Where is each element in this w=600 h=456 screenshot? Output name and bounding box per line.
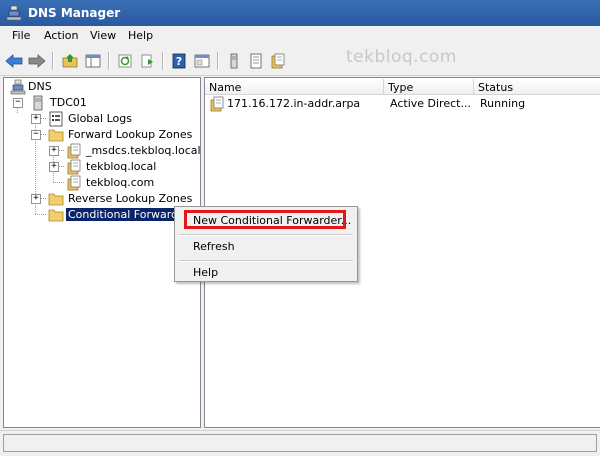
- expand-toggle[interactable]: +: [49, 162, 59, 172]
- dns-manager-icon: [6, 5, 22, 21]
- cell-status: Running: [480, 97, 526, 110]
- dns-root-icon: [10, 79, 26, 95]
- tree-label-tekbloq-com: tekbloq.com: [86, 176, 155, 189]
- tree-node-tekbloq-local[interactable]: + tekbloq.local: [8, 159, 198, 175]
- new-zone-icon: [271, 53, 285, 69]
- tree-label-forward-lookup-zones: Forward Lookup Zones: [68, 128, 193, 141]
- expand-toggle[interactable]: +: [31, 114, 41, 124]
- column-header-status[interactable]: Status: [474, 79, 600, 95]
- menu-bar: File Action View Help: [0, 26, 600, 46]
- toolbar-separator: [162, 52, 164, 70]
- zone-icon: [210, 96, 224, 112]
- zone-icon: [67, 143, 81, 159]
- menu-separator: [179, 260, 353, 262]
- status-bar: [0, 430, 600, 456]
- menu-item-refresh[interactable]: Refresh: [179, 238, 353, 256]
- help-button[interactable]: ?: [169, 51, 189, 71]
- properties-icon: [194, 54, 210, 68]
- forward-button[interactable]: [27, 51, 47, 71]
- properties-button[interactable]: [192, 51, 212, 71]
- zone-icon: [67, 159, 81, 175]
- zone-list-button[interactable]: [246, 51, 266, 71]
- svg-text:?: ?: [176, 55, 182, 68]
- folder-icon: [48, 193, 64, 206]
- watermark: tekbloq.com: [346, 47, 457, 67]
- tree-node-forward-lookup-zones[interactable]: − Forward Lookup Zones: [8, 127, 198, 143]
- tree-node-dns[interactable]: DNS: [8, 79, 128, 95]
- tree-label-msdcs-zone: _msdcs.tekbloq.local: [86, 144, 201, 157]
- up-one-level-button[interactable]: [60, 51, 80, 71]
- forward-arrow-icon: [28, 54, 46, 68]
- toolbar-separator: [108, 52, 110, 70]
- tree-node-global-logs[interactable]: + Global Logs: [8, 111, 168, 127]
- event-log-icon: [49, 111, 63, 127]
- title-bar: DNS Manager: [0, 0, 600, 26]
- server-icon: [230, 53, 238, 69]
- help-icon: ?: [172, 53, 186, 69]
- window-title: DNS Manager: [28, 6, 121, 20]
- menu-file[interactable]: File: [12, 29, 30, 42]
- export-list-icon: [141, 54, 153, 68]
- console-tree[interactable]: DNS − TDC01 + Global Logs − Forward Look…: [3, 77, 201, 428]
- menu-help[interactable]: Help: [128, 29, 153, 42]
- tree-node-reverse-lookup-zones[interactable]: + Reverse Lookup Zones: [8, 191, 198, 207]
- menu-view[interactable]: View: [90, 29, 116, 42]
- zone-list-icon: [250, 53, 262, 69]
- export-list-button[interactable]: [138, 51, 158, 71]
- back-arrow-icon: [5, 54, 23, 68]
- cell-type: Active Direct...: [390, 97, 471, 110]
- tree-label-reverse-lookup-zones: Reverse Lookup Zones: [68, 192, 193, 205]
- refresh-icon: [118, 54, 132, 68]
- show-hide-tree-icon: [85, 54, 101, 68]
- cell-name: 171.16.172.in-addr.arpa: [227, 97, 361, 110]
- folder-icon: [48, 209, 64, 222]
- expand-toggle[interactable]: +: [49, 146, 59, 156]
- tree-label-dns: DNS: [28, 80, 52, 93]
- up-folder-icon: [62, 54, 78, 68]
- new-zone-button[interactable]: [268, 51, 288, 71]
- column-header-type[interactable]: Type: [384, 79, 474, 95]
- collapse-toggle[interactable]: −: [31, 130, 41, 140]
- expand-toggle[interactable]: +: [31, 194, 41, 204]
- collapse-toggle[interactable]: −: [13, 98, 23, 108]
- highlight-annotation: [184, 210, 346, 229]
- show-hide-tree-button[interactable]: [83, 51, 103, 71]
- toolbar-separator: [217, 52, 219, 70]
- toolbar-separator: [52, 52, 54, 70]
- menu-item-label: Help: [193, 266, 219, 279]
- back-button[interactable]: [4, 51, 24, 71]
- server-icon: [33, 95, 43, 111]
- dns-manager-window: DNS Manager File Action View Help ? tekb…: [0, 0, 600, 456]
- server-button[interactable]: [224, 51, 244, 71]
- zone-icon: [67, 175, 81, 191]
- folder-icon: [48, 129, 64, 142]
- toolbar: ?: [0, 46, 600, 76]
- tree-label-tekbloq-local: tekbloq.local: [86, 160, 157, 173]
- tree-node-tekbloq-com[interactable]: tekbloq.com: [8, 175, 198, 191]
- tree-label-tdc01: TDC01: [50, 96, 87, 109]
- menu-item-label: Refresh: [193, 240, 235, 253]
- column-header-name[interactable]: Name: [205, 79, 384, 95]
- tree-node-tdc01[interactable]: − TDC01: [8, 95, 128, 111]
- menu-separator: [179, 234, 353, 236]
- status-panel: [3, 434, 597, 452]
- menu-item-help[interactable]: Help: [179, 264, 353, 282]
- refresh-button[interactable]: [115, 51, 135, 71]
- tree-node-conditional-forwarders[interactable]: Conditional Forwarders: [8, 207, 198, 223]
- menu-action[interactable]: Action: [44, 29, 78, 42]
- tree-label-global-logs: Global Logs: [68, 112, 132, 125]
- tree-node-msdcs-zone[interactable]: + _msdcs.tekbloq.local: [8, 143, 201, 159]
